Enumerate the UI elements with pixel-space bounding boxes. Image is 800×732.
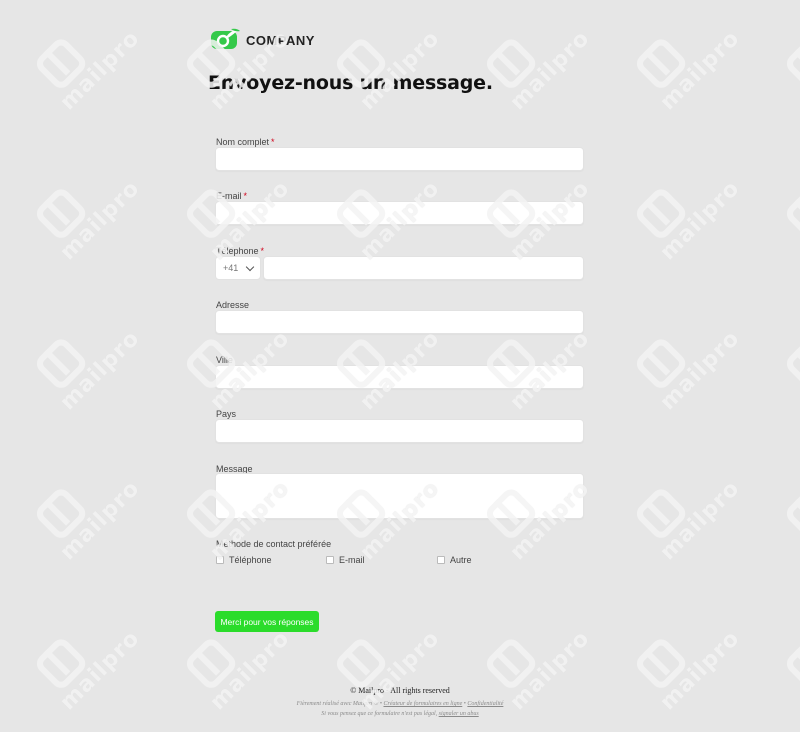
phone-input[interactable]	[263, 256, 584, 280]
mailpro-watermark-icon: mailpro	[623, 460, 745, 580]
full-name-label: Nom complet *	[216, 137, 275, 147]
address-label: Adresse	[216, 300, 250, 310]
logo: COMPANY	[211, 27, 315, 53]
city-label: Ville	[216, 355, 233, 365]
page-title: Envoyez-nous un message.	[208, 72, 493, 94]
email-input[interactable]	[215, 201, 584, 225]
required-marker: *	[243, 191, 248, 201]
mailpro-watermark-icon: mailpro	[773, 460, 800, 580]
separator: •	[379, 701, 382, 707]
mailpro-watermark-icon: mailpro	[23, 310, 145, 430]
mailpro-watermark-icon: mailpro	[623, 160, 745, 280]
privacy-link[interactable]: Confidentialité	[467, 701, 503, 707]
phone-label: Téléphone *	[216, 246, 265, 256]
country-label: Pays	[216, 409, 237, 419]
form-builder-link[interactable]: Créateur de formulaires en ligne	[383, 701, 462, 707]
footer-abuse: Si vous pensez que ce formulaire n'est p…	[0, 711, 800, 717]
mailpro-watermark-icon: mailpro	[773, 310, 800, 430]
mailpro-watermark-icon: mailpro	[23, 160, 145, 280]
report-abuse-link[interactable]: signaler un abus	[439, 711, 479, 717]
country-code-select[interactable]: +41	[215, 256, 261, 280]
contact-option-label: E-mail	[339, 555, 365, 565]
mailpro-watermark-icon: mailpro	[23, 460, 145, 580]
mailpro-watermark-icon: mailpro	[623, 310, 745, 430]
company-name: COMPANY	[246, 32, 315, 48]
message-textarea[interactable]	[215, 473, 584, 519]
company-logo-icon	[211, 28, 240, 49]
chevron-down-icon	[245, 262, 255, 272]
city-input[interactable]	[215, 365, 584, 389]
contact-option-label: Autre	[450, 555, 472, 565]
contact-option-email[interactable]: E-mail	[326, 555, 365, 565]
mailpro-watermark-icon: mailpro	[773, 160, 800, 280]
checkbox[interactable]	[216, 556, 224, 564]
mailpro-watermark-icon: mailpro	[323, 10, 445, 130]
mailpro-watermark-icon: mailpro	[773, 10, 800, 130]
country-code-value: +41	[223, 263, 239, 273]
checkbox[interactable]	[437, 556, 445, 564]
required-marker: *	[271, 137, 275, 147]
email-label: E-mail *	[216, 191, 248, 201]
mailpro-watermark-icon: mailpro	[473, 10, 595, 130]
mailpro-watermark-icon: mailpro	[23, 10, 145, 130]
submit-button[interactable]: Merci pour vos réponses	[215, 611, 319, 632]
contact-option-phone[interactable]: Téléphone	[216, 555, 272, 565]
contact-option-other[interactable]: Autre	[437, 555, 472, 565]
separator: •	[463, 701, 466, 707]
footer-copyright: © Mailpro - All rights reserved	[350, 686, 450, 695]
checkbox[interactable]	[326, 556, 334, 564]
made-with-text: Fièrement réalisé avec Mailpro ®	[296, 701, 379, 707]
contact-option-label: Téléphone	[229, 555, 272, 565]
required-marker: *	[260, 246, 265, 256]
address-input[interactable]	[215, 310, 584, 334]
contact-method-label: Méthode de contact préférée	[216, 539, 332, 549]
country-input[interactable]	[215, 419, 584, 443]
abuse-text: Si vous pensez que ce formulaire n'est p…	[321, 711, 438, 717]
full-name-input[interactable]	[215, 147, 584, 171]
mailpro-watermark-icon: mailpro	[623, 10, 745, 130]
footer-links: Fièrement réalisé avec Mailpro ® • Créat…	[0, 701, 800, 707]
